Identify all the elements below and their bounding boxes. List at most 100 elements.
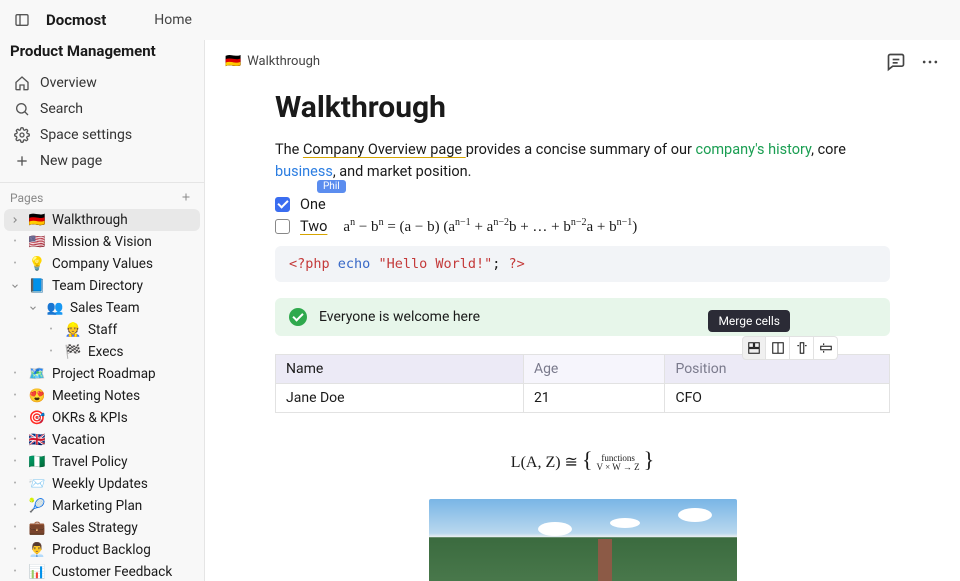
page-label: Sales Team — [70, 300, 140, 316]
table-cell[interactable]: CFO — [665, 383, 890, 412]
tree-item[interactable]: 📊Customer Feedback — [4, 561, 200, 581]
bullet-icon — [8, 235, 22, 249]
brand-name[interactable]: Docmost — [46, 11, 106, 29]
tree-item[interactable]: 👥 Sales Team — [22, 297, 200, 319]
comments-icon[interactable] — [886, 52, 906, 72]
page-title-crumb: Walkthrough — [247, 54, 320, 69]
bullet-icon — [8, 389, 22, 403]
main-content: 🇩🇪 Walkthrough Walkthrough The Company O… — [205, 40, 960, 581]
page-emoji: 😍 — [28, 388, 46, 404]
data-table[interactable]: Name Age Position Jane Doe 21 CFO — [275, 354, 890, 413]
code-token: <?php — [289, 256, 330, 272]
nav-search[interactable]: Search — [8, 96, 196, 122]
tree-item[interactable]: 🗺️Project Roadmap — [4, 363, 200, 385]
tree-item[interactable]: 📨 Weekly Updates — [4, 473, 200, 495]
business-link[interactable]: business — [275, 163, 333, 180]
bullet-icon — [8, 455, 22, 469]
checkbox-two[interactable] — [275, 219, 290, 234]
tree-item[interactable]: 👷Staff — [40, 319, 200, 341]
more-icon[interactable] — [920, 52, 940, 72]
tree-item[interactable]: 🇩🇪Walkthrough — [4, 209, 200, 231]
plus-icon — [14, 153, 30, 169]
checkbox-one[interactable] — [275, 197, 290, 212]
math-brace: } — [644, 447, 655, 472]
column-button[interactable] — [790, 336, 814, 360]
search-icon — [14, 101, 30, 117]
code-token: ?> — [509, 256, 525, 272]
breadcrumb[interactable]: 🇩🇪 Walkthrough — [225, 54, 320, 69]
page-label: Sales Strategy — [52, 520, 138, 536]
code-block[interactable]: <?php echo "Hello World!"; ?> — [275, 246, 890, 282]
page-emoji: 👨‍💼 — [28, 542, 46, 558]
tree-item[interactable]: 👨‍💼Product Backlog — [4, 539, 200, 561]
tree-item[interactable]: 🏁Execs — [40, 341, 200, 363]
nav-label: Space settings — [40, 127, 132, 143]
callout-success[interactable]: Everyone is welcome here — [275, 298, 890, 336]
page-emoji: 🇩🇪 — [225, 54, 241, 69]
code-token: ; — [492, 256, 500, 272]
table-row[interactable]: Jane Doe 21 CFO — [276, 383, 890, 412]
company-overview-link[interactable]: Company Overview page — [303, 141, 466, 158]
text: The — [275, 141, 303, 158]
merge-cells-button[interactable] — [742, 336, 766, 360]
bullet-icon — [8, 565, 22, 579]
gear-icon — [14, 127, 30, 143]
check-label[interactable]: Two — [300, 218, 327, 235]
page-label: Weekly Updates — [52, 476, 148, 492]
tree-item[interactable]: 💼 Sales Strategy — [4, 517, 200, 539]
page-emoji: 💡 — [28, 256, 46, 272]
nav-new-page[interactable]: New page — [8, 148, 196, 174]
nav-overview[interactable]: Overview — [8, 70, 196, 96]
chevron-down-icon[interactable] — [26, 301, 40, 315]
check-label[interactable]: One — [300, 196, 326, 213]
math-brace: { — [582, 447, 593, 472]
add-page-icon[interactable] — [180, 191, 194, 205]
page-title[interactable]: Walkthrough — [275, 90, 890, 125]
tree-item[interactable]: 💡 Company Values — [4, 253, 200, 275]
split-cell-button[interactable] — [766, 336, 790, 360]
nav-label: New page — [40, 153, 102, 169]
code-token: "Hello World!" — [378, 256, 492, 272]
tree-item[interactable]: 📘Team Directory — [4, 275, 200, 297]
row-button[interactable] — [814, 336, 838, 360]
tree-item[interactable]: 🎾Marketing Plan — [4, 495, 200, 517]
chevron-down-icon[interactable] — [8, 279, 22, 293]
text: , and market position. — [333, 163, 472, 180]
tree-item[interactable]: 🇬🇧Vacation — [4, 429, 200, 451]
table-cell[interactable]: 21 — [523, 383, 665, 412]
pages-section-header: Pages — [0, 183, 204, 209]
tree-item[interactable]: 🎯OKRs & KPIs — [4, 407, 200, 429]
bullet-icon — [8, 521, 22, 535]
chevron-right-icon[interactable] — [8, 213, 22, 227]
page-label: Company Values — [52, 256, 153, 272]
page-emoji: 👥 — [46, 300, 64, 316]
workspace-title[interactable]: Product Management — [0, 40, 204, 68]
table-cell[interactable]: Jane Doe — [276, 383, 524, 412]
bullet-icon — [8, 367, 22, 381]
inline-math[interactable]: an − bn = (a − b) (an−1 + an−2b + … + bn… — [343, 217, 637, 236]
math-text: V × W → Z — [597, 463, 640, 472]
home-link[interactable]: Home — [154, 12, 192, 28]
math-block[interactable]: L(A, Z) ≅ { functions V × W → Z } — [275, 447, 890, 473]
nav-space-settings[interactable]: Space settings — [8, 122, 196, 148]
page-label: Travel Policy — [52, 454, 128, 470]
tree-item[interactable]: 🇳🇬Travel Policy — [4, 451, 200, 473]
sidebar-toggle-icon[interactable] — [10, 8, 34, 32]
nav-label: Overview — [40, 75, 97, 91]
page-label: Mission & Vision — [52, 234, 152, 250]
bullet-icon — [8, 411, 22, 425]
page-emoji: 🗺️ — [28, 366, 46, 382]
intro-paragraph[interactable]: The Company Overview page provides a con… — [275, 139, 890, 184]
table-header[interactable]: Name — [276, 354, 524, 383]
tree-item[interactable]: 🇺🇸Mission & Vision — [4, 231, 200, 253]
page-emoji: 🇬🇧 — [28, 432, 46, 448]
page-emoji: 💼 — [28, 520, 46, 536]
landscape-image[interactable] — [429, 499, 737, 581]
page-emoji: 📨 — [28, 476, 46, 492]
bullet-icon — [44, 323, 58, 337]
table-header[interactable]: Age — [523, 354, 665, 383]
page-label: Execs — [88, 344, 123, 360]
page-emoji: 🇩🇪 — [28, 212, 46, 228]
tree-item[interactable]: 😍Meeting Notes — [4, 385, 200, 407]
page-emoji: 🎾 — [28, 498, 46, 514]
